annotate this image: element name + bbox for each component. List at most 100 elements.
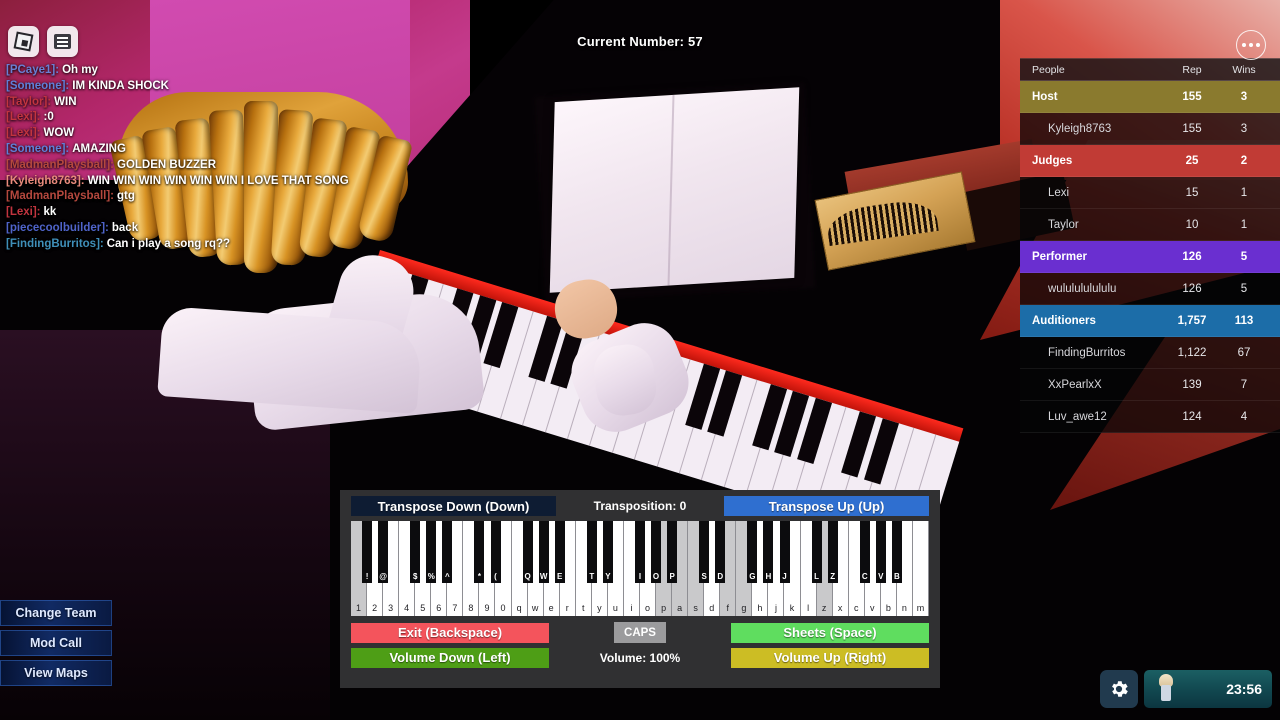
leaderboard-name: Host [1032,90,1058,103]
transpose-up-button[interactable]: Transpose Up (Up) [724,496,929,516]
chat-message: gtg [117,190,135,203]
piano-black-key[interactable]: W [538,521,549,583]
leaderboard-wins: 5 [1240,282,1248,295]
chat-sender: [MadmanPlaysball]: [6,158,114,171]
piano-black-key[interactable]: ^ [442,521,453,583]
piano-black-key[interactable]: % [426,521,437,583]
chat-line: [piececoolbuilder]: back [6,221,426,237]
leaderboard-player-row[interactable]: wululululululu 126 5 [1020,273,1280,305]
transpose-down-button[interactable]: Transpose Down (Down) [351,496,556,516]
chat-sender: [Taylor]: [6,95,52,108]
piano-black-key[interactable]: C [859,521,870,583]
transposition-value: Transposition: 0 [593,499,687,513]
leaderboard-wins: 3 [1240,90,1248,103]
chat-sender: [Lexi]: [6,127,41,140]
change-team-button[interactable]: Change Team [0,600,112,626]
piano-black-key[interactable]: I [635,521,645,583]
chat-message: WIN [54,95,77,108]
bottom-right-hud: 23:56 [1100,670,1272,708]
piano-black-key[interactable]: ! [362,521,373,583]
piano-keyboard[interactable]: 1 2 3 4 5 6 7 8 9 0 q w e r t y u i o p a s d f g h j k l z x c v b n m! @ $%… [351,521,929,616]
piano-black-key[interactable]: E [554,521,565,583]
leaderboard-name: Judges [1032,154,1073,167]
leaderboard-rep: 126 [1182,250,1202,263]
piano-black-key[interactable]: $ [410,521,421,583]
volume-down-button[interactable]: Volume Down (Left) [351,647,549,668]
leaderboard-player-row[interactable]: FindingBurritos 1,122 67 [1020,337,1280,369]
more-options-button[interactable] [1236,30,1266,60]
chat-message: :0 [43,111,54,124]
leaderboard-body: Host 155 3 Kyleigh8763 155 3 Judges 25 2 Lexi 15 1 T… [1020,81,1280,433]
leaderboard-player-row[interactable]: XxPearlxX 139 7 [1020,369,1280,401]
piano-black-key[interactable]: J [779,521,790,583]
leaderboard-group-row[interactable]: Judges 25 2 [1020,145,1280,177]
piano-black-key[interactable]: * [474,521,485,583]
piano-black-key[interactable]: Z [827,521,838,583]
mod-call-button[interactable]: Mod Call [0,630,112,656]
view-maps-button[interactable]: View Maps [0,660,112,686]
piano-black-key[interactable]: H [763,521,774,583]
volume-up-button[interactable]: Volume Up (Right) [731,647,929,668]
avatar-body [1161,685,1171,701]
leaderboard-wins: 4 [1240,410,1248,423]
exit-button[interactable]: Exit (Backspace) [351,622,549,643]
leaderboard-rep: 1,757 [1177,314,1207,327]
chat-log[interactable]: [PCaye1]: Oh my [Someone]: IM KINDA SHOCK [T… [6,63,426,253]
caps-button[interactable]: CAPS [614,622,666,643]
team-controls: Change Team Mod Call View Maps [0,600,112,690]
piano-black-key[interactable]: B [891,521,902,583]
piano-black-key[interactable]: Y [602,521,613,583]
piano-black-key[interactable]: D [715,521,726,583]
piano-black-key[interactable]: T [586,521,597,583]
chat-message: AMAZING [72,142,126,155]
leaderboard-name: Luv_awe12 [1048,410,1107,423]
chat-message: IM KINDA SHOCK [72,79,169,92]
roblox-logo-icon [13,31,34,52]
player-time-panel[interactable]: 23:56 [1144,670,1272,708]
chat-toggle-button[interactable] [47,26,78,57]
leaderboard-group-row[interactable]: Host 155 3 [1020,81,1280,113]
piano-black-key[interactable]: Q [522,521,533,583]
chat-message: back [111,221,139,234]
leaderboard-rep: 155 [1182,122,1202,135]
settings-button[interactable] [1100,670,1138,708]
piano-white-key[interactable]: m [912,521,929,616]
chat-sender: [Lexi]: [6,111,41,124]
piano-volume-row: Volume Down (Left) Volume: 100% Volume U… [351,647,929,668]
piano-black-key[interactable]: ( [490,521,501,583]
leaderboard-player-row[interactable]: Taylor 10 1 [1020,209,1280,241]
piano-black-key[interactable]: @ [378,521,389,583]
leaderboard-player-row[interactable]: Luv_awe12 124 4 [1020,401,1280,433]
leaderboard-name: Performer [1032,250,1087,263]
leaderboard-rep: 15 [1185,186,1199,199]
chat-message: Can i play a song rq?? [106,237,231,250]
leaderboard-col-rep: Rep [1182,63,1202,76]
chat-line: [Lexi]: WOW [6,126,426,142]
piano-black-key[interactable]: O [651,521,662,583]
piano-black-key[interactable]: P [667,521,678,583]
leaderboard-rep: 1,122 [1177,346,1207,359]
roblox-top-hud [8,26,78,57]
chat-line: [Someone]: AMAZING [6,142,426,158]
roblox-menu-button[interactable] [8,26,39,57]
chat-line: [PCaye1]: Oh my [6,63,426,79]
volume-cell: Volume: 100% [555,651,725,665]
piano-black-key[interactable]: L [811,521,822,583]
leaderboard-name: Auditioners [1032,314,1096,327]
chat-message: kk [43,206,57,219]
gear-icon [1112,681,1128,697]
sheets-button[interactable]: Sheets (Space) [731,622,929,643]
leaderboard-player-row[interactable]: Lexi 15 1 [1020,177,1280,209]
piano-black-key[interactable]: S [699,521,710,583]
leaderboard-panel: People Rep Wins Host 155 3 Kyleigh8763 155 3 J… [1020,58,1280,433]
leaderboard-group-row[interactable]: Performer 126 5 [1020,241,1280,273]
game-screen: Current Number: 57 [PCaye1]: Oh my [Someon… [0,0,1280,720]
volume-value: Volume: 100% [599,650,681,665]
leaderboard-rep: 10 [1185,218,1199,231]
piano-black-key[interactable]: V [875,521,886,583]
leaderboard-player-row[interactable]: Kyleigh8763 155 3 [1020,113,1280,145]
piano-black-key[interactable]: G [747,521,758,583]
leaderboard-wins: 113 [1234,314,1254,327]
chat-line: [Taylor]: WIN [6,95,426,111]
leaderboard-group-row[interactable]: Auditioners 1,757 113 [1020,305,1280,337]
